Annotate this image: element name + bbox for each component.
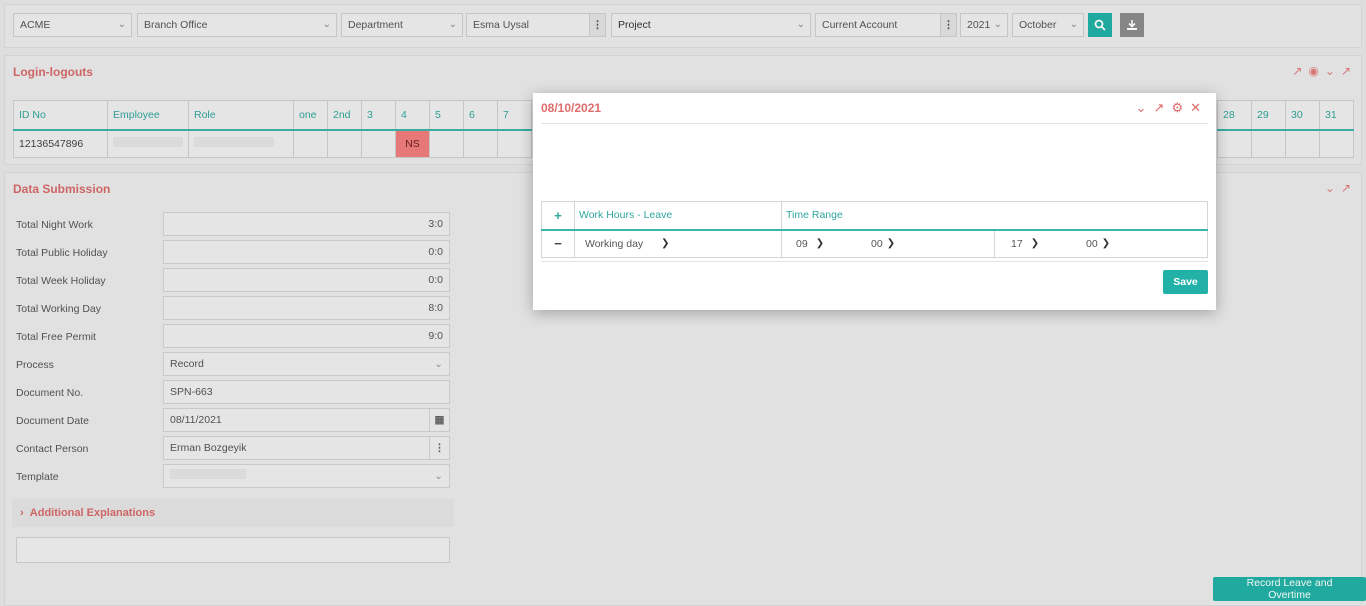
save-button[interactable]: Save <box>1163 270 1208 294</box>
expand-icon[interactable]: ↗ <box>1154 100 1172 115</box>
table-row[interactable]: − Working day ❯ 09 ❯ 00 ❯ 17 ❯ 00 ❯ <box>541 229 1208 258</box>
end-hour-select[interactable]: 17 ❯ <box>999 238 1039 250</box>
add-row-button[interactable]: + <box>541 201 575 231</box>
chevron-down-icon: ❯ <box>661 238 670 250</box>
header-work-hours: Work Hours - Leave <box>574 201 782 231</box>
chevron-down-icon: ❯ <box>886 238 896 250</box>
table-header-row: + Work Hours - Leave Time Range <box>541 201 1208 231</box>
work-type-select[interactable]: Working day ❯ <box>574 229 782 258</box>
end-time[interactable]: 17 ❯ 00 ❯ <box>994 229 1208 258</box>
start-minute-select[interactable]: 00 ❯ <box>871 238 895 250</box>
close-icon[interactable]: ✕ <box>1190 100 1208 115</box>
gear-icon[interactable]: ⚙ <box>1171 100 1190 115</box>
remove-row-button[interactable]: − <box>541 229 575 258</box>
work-hours-table: + Work Hours - Leave Time Range − Workin… <box>541 201 1208 258</box>
modal-divider <box>541 261 1208 262</box>
day-detail-modal: 08/10/2021 ⌄↗⚙✕ + Work Hours - Leave Tim… <box>533 93 1216 310</box>
chevron-down-icon[interactable]: ⌄ <box>1136 100 1154 115</box>
modal-title: 08/10/2021 <box>541 101 602 115</box>
start-time[interactable]: 09 ❯ 00 ❯ <box>781 229 995 258</box>
start-hour-select[interactable]: 09 ❯ <box>786 238 824 250</box>
modal-divider <box>541 123 1208 124</box>
modal-tools: ⌄↗⚙✕ <box>1136 100 1208 116</box>
chevron-down-icon: ❯ <box>815 238 825 250</box>
end-minute-select[interactable]: 00 ❯ <box>1086 238 1110 250</box>
chevron-down-icon: ❯ <box>1101 238 1111 250</box>
header-time-range: Time Range <box>781 201 1208 231</box>
chevron-down-icon: ❯ <box>1030 238 1040 250</box>
